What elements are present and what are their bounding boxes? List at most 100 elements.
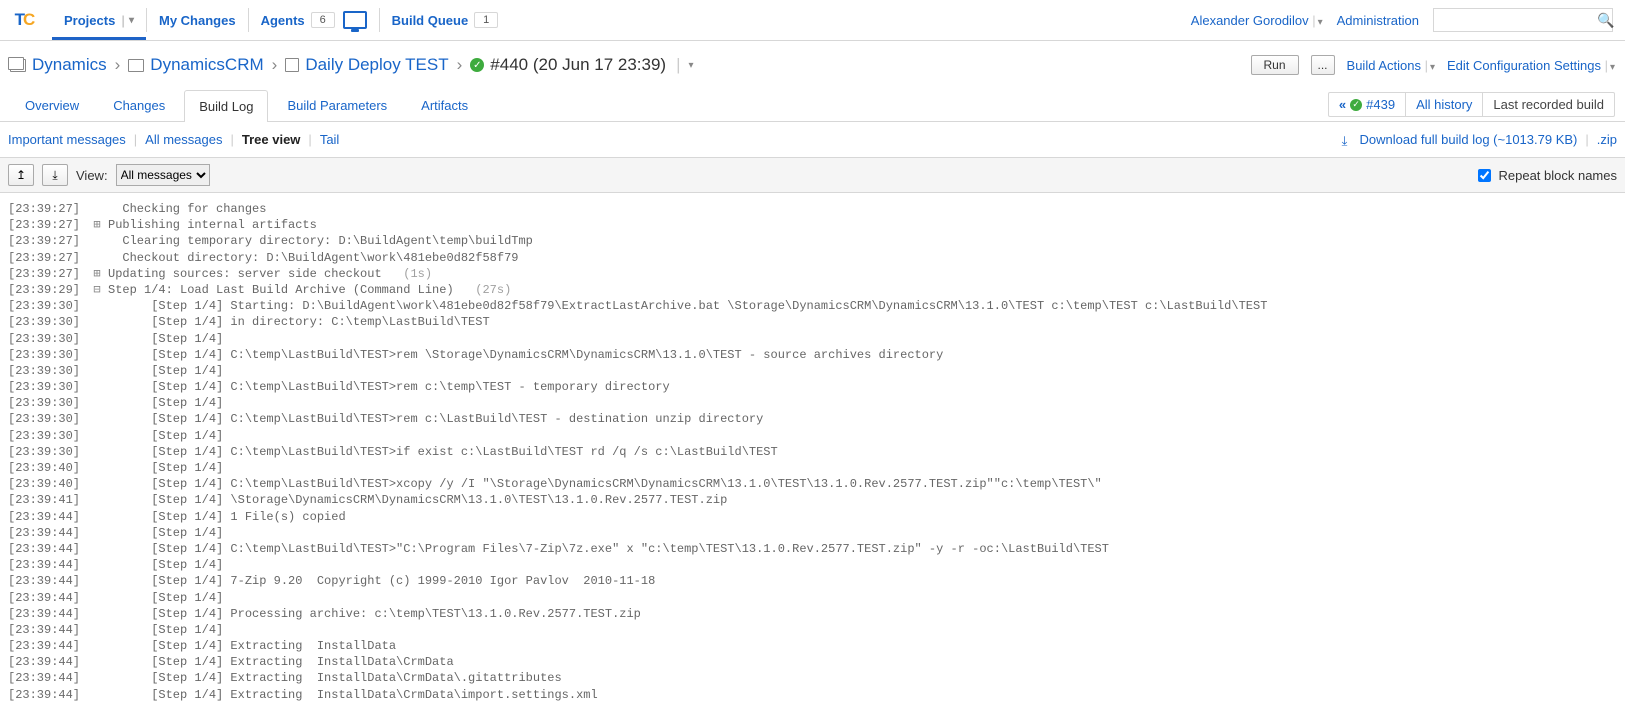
- log-line: [23:39:27] Checkout directory: D:\BuildA…: [8, 250, 1617, 266]
- log-indent: [92, 298, 102, 314]
- chevron-down-icon[interactable]: ▾: [1430, 62, 1435, 73]
- log-message: Checkout directory: D:\BuildAgent\work\4…: [108, 250, 518, 266]
- nav-agents-label: Agents: [261, 13, 305, 28]
- tab-changes[interactable]: Changes: [98, 89, 180, 121]
- log-indent: [92, 541, 102, 557]
- nav-my-changes[interactable]: My Changes: [147, 0, 248, 40]
- log-timestamp: [23:39:30]: [8, 298, 86, 314]
- expand-icon[interactable]: ⊞: [92, 266, 102, 282]
- all-messages-link[interactable]: All messages: [145, 132, 222, 147]
- log-indent: [92, 363, 102, 379]
- log-timestamp: [23:39:27]: [8, 201, 86, 217]
- chevron-down-icon[interactable]: ▾: [689, 60, 694, 71]
- important-messages-link[interactable]: Important messages: [8, 132, 126, 147]
- log-line: [23:39:44] [Step 1/4]: [8, 557, 1617, 573]
- top-nav: TC Projects | ▾ My Changes Agents 6 Buil…: [0, 0, 1625, 41]
- download-log-link[interactable]: Download full build log (~1013.79 KB): [1359, 132, 1577, 147]
- breadcrumb-build: ✓ #440 (20 Jun 17 23:39) | ▾: [470, 55, 693, 75]
- log-timestamp: [23:39:30]: [8, 363, 86, 379]
- chevron-down-icon[interactable]: ▾: [129, 15, 134, 26]
- nav-agents[interactable]: Agents 6: [249, 0, 379, 40]
- log-indent: [92, 509, 102, 525]
- download-zip-link[interactable]: .zip: [1597, 132, 1617, 147]
- nav-build-queue-label: Build Queue: [392, 13, 469, 28]
- tab-overview[interactable]: Overview: [10, 89, 94, 121]
- log-timestamp: [23:39:44]: [8, 525, 86, 541]
- log-line: [23:39:27] Clearing temporary directory:…: [8, 233, 1617, 249]
- log-indent: [92, 606, 102, 622]
- log-timestamp: [23:39:44]: [8, 622, 86, 638]
- chevron-right-icon: ›: [457, 55, 463, 75]
- search-icon[interactable]: 🔍: [1597, 12, 1614, 29]
- log-timestamp: [23:39:27]: [8, 250, 86, 266]
- log-toolbar: ↥ ⤓ View: All messages Repeat block name…: [0, 157, 1625, 193]
- log-message: [Step 1/4] Starting: D:\BuildAgent\work\…: [108, 298, 1267, 314]
- tree-view-selected[interactable]: Tree view: [242, 132, 301, 147]
- log-indent: [92, 525, 102, 541]
- log-timestamp: [23:39:30]: [8, 411, 86, 427]
- breadcrumb-config[interactable]: Daily Deploy TEST: [285, 55, 448, 75]
- run-button[interactable]: Run: [1251, 55, 1299, 75]
- log-timestamp: [23:39:40]: [8, 476, 86, 492]
- breadcrumb-root[interactable]: Dynamics: [10, 55, 107, 75]
- administration-link[interactable]: Administration: [1337, 13, 1419, 28]
- log-message: [Step 1/4] Extracting InstallData\CrmDat…: [108, 687, 598, 703]
- repeat-block-names-toggle[interactable]: Repeat block names: [1474, 166, 1617, 185]
- expand-icon[interactable]: ⊞: [92, 217, 102, 233]
- tab-artifacts[interactable]: Artifacts: [406, 89, 483, 121]
- log-line: [23:39:30] [Step 1/4] C:\temp\LastBuild\…: [8, 411, 1617, 427]
- log-line: [23:39:29]⊟Step 1/4: Load Last Build Arc…: [8, 282, 1617, 298]
- log-indent: [92, 444, 102, 460]
- repeat-block-names-checkbox[interactable]: [1478, 169, 1491, 182]
- log-timestamp: [23:39:44]: [8, 573, 86, 589]
- chevron-right-icon: ›: [272, 55, 278, 75]
- project-icon: [128, 59, 144, 72]
- log-timestamp: [23:39:30]: [8, 379, 86, 395]
- chevron-down-icon[interactable]: ▾: [1610, 62, 1615, 73]
- tab-build-log[interactable]: Build Log: [184, 90, 268, 122]
- teamcity-logo[interactable]: TC: [10, 5, 40, 35]
- user-menu[interactable]: Alexander Gorodilov |▾: [1191, 13, 1323, 28]
- chevron-down-icon[interactable]: ▾: [1318, 17, 1323, 28]
- nav-projects[interactable]: Projects | ▾: [52, 0, 146, 40]
- log-timestamp: [23:39:44]: [8, 590, 86, 606]
- search-input[interactable]: [1438, 12, 1597, 28]
- log-indent: [92, 687, 102, 703]
- tab-build-parameters[interactable]: Build Parameters: [272, 89, 402, 121]
- log-message: [Step 1/4] Extracting InstallData\CrmDat…: [108, 654, 454, 670]
- log-indent: [92, 622, 102, 638]
- all-history-link[interactable]: All history: [1406, 93, 1482, 116]
- log-timestamp: [23:39:44]: [8, 509, 86, 525]
- search-box[interactable]: 🔍: [1433, 8, 1613, 32]
- log-line: [23:39:30] [Step 1/4]: [8, 363, 1617, 379]
- log-timestamp: [23:39:44]: [8, 638, 86, 654]
- log-timestamp: [23:39:30]: [8, 314, 86, 330]
- breadcrumb-project-label: DynamicsCRM: [150, 55, 263, 75]
- tail-link[interactable]: Tail: [320, 132, 340, 147]
- breadcrumb-project[interactable]: DynamicsCRM: [128, 55, 263, 75]
- agent-icon: [343, 11, 367, 29]
- log-message: [Step 1/4] C:\temp\LastBuild\TEST>"C:\Pr…: [108, 541, 1109, 557]
- run-options-button[interactable]: ...: [1311, 55, 1335, 75]
- edit-config-link[interactable]: Edit Configuration Settings: [1447, 58, 1601, 73]
- tabs-row: Overview Changes Build Log Build Paramet…: [0, 85, 1625, 122]
- log-message: [Step 1/4]: [108, 428, 223, 444]
- log-timestamp: [23:39:44]: [8, 687, 86, 703]
- log-line: [23:39:44] [Step 1/4] 1 File(s) copied: [8, 509, 1617, 525]
- log-message: Step 1/4: Load Last Build Archive (Comma…: [108, 282, 511, 298]
- log-indent: [92, 379, 102, 395]
- log-indent: [92, 331, 102, 347]
- log-line: [23:39:44] [Step 1/4]: [8, 590, 1617, 606]
- scroll-top-button[interactable]: ↥: [8, 164, 34, 186]
- breadcrumb-root-label: Dynamics: [32, 55, 107, 75]
- last-recorded-build: Last recorded build: [1483, 93, 1614, 116]
- log-message: [Step 1/4] C:\temp\LastBuild\TEST>rem c:…: [108, 379, 670, 395]
- prev-build-link[interactable]: « ✓ #439: [1329, 93, 1405, 116]
- nav-build-queue[interactable]: Build Queue 1: [380, 0, 511, 40]
- view-select[interactable]: All messages: [116, 164, 210, 186]
- log-indent: [92, 395, 102, 411]
- collapse-icon[interactable]: ⊟: [92, 282, 102, 298]
- build-actions-menu[interactable]: Build Actions: [1347, 58, 1421, 73]
- nav-projects-label: Projects: [64, 13, 115, 28]
- download-button[interactable]: ⤓: [42, 164, 68, 186]
